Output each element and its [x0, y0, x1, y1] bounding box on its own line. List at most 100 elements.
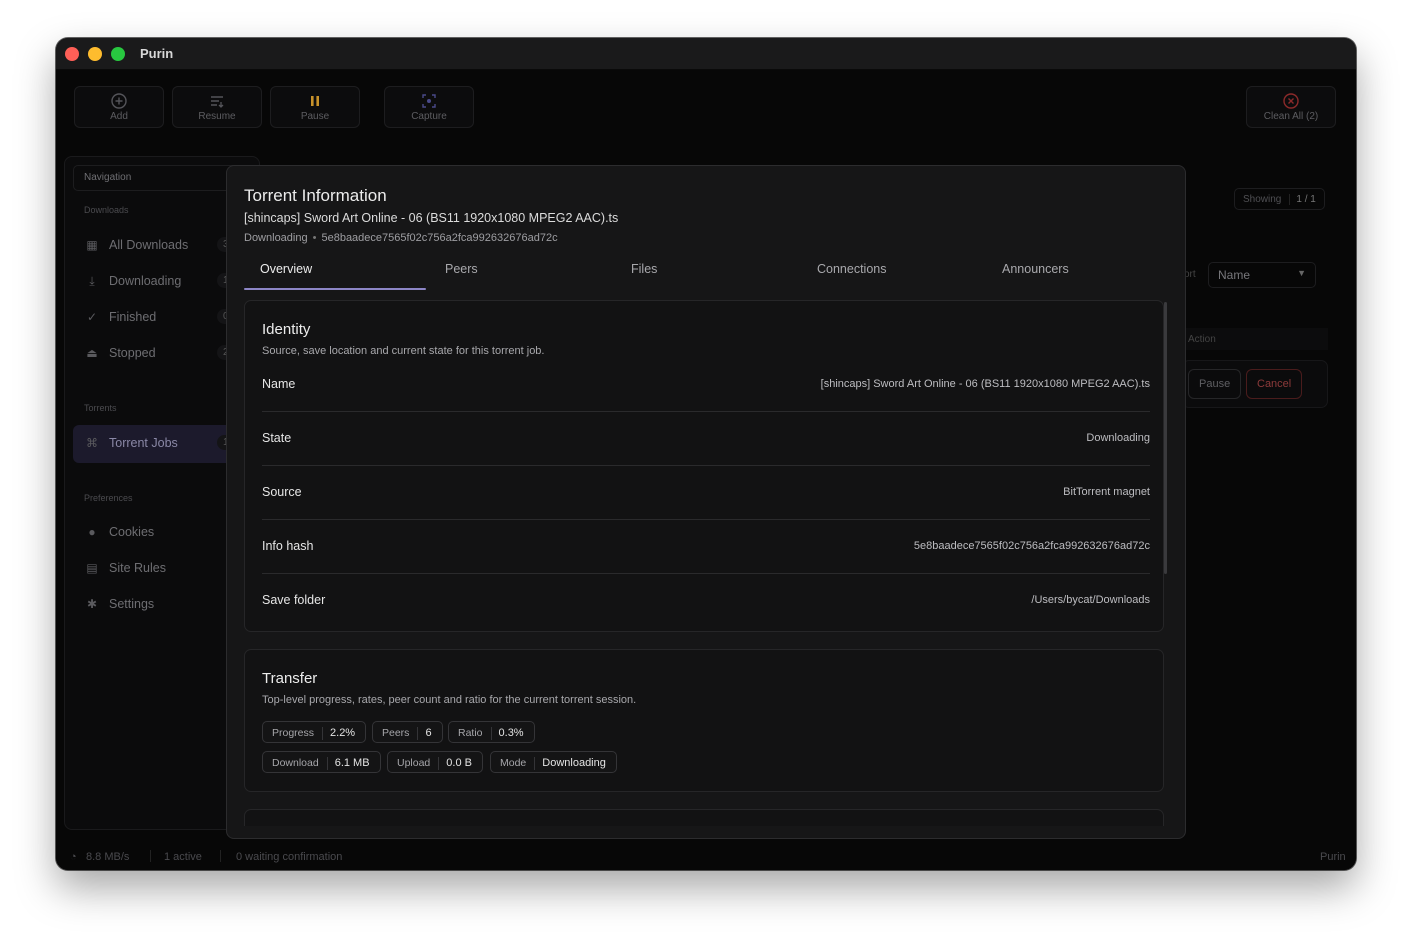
- chip-value: 6: [417, 727, 441, 740]
- title-bar: Purin: [56, 38, 1356, 70]
- identity-row-name: Name [shincaps] Sword Art Online - 06 (B…: [262, 358, 1150, 412]
- cookie-icon: ●: [88, 525, 96, 539]
- sidebar-item-label: Finished: [109, 310, 157, 324]
- check-icon: ✓: [86, 310, 98, 324]
- download-chip: Download 6.1 MB: [262, 751, 381, 773]
- action-column-header: Action: [1182, 328, 1328, 350]
- chip-value: Downloading: [534, 757, 616, 770]
- identity-row-save-folder: Save folder /Users/bycat/Downloads: [262, 574, 1150, 628]
- row-value: BitTorrent magnet: [1063, 486, 1150, 498]
- torrent-hash: 5e8baadece7565f02c756a2fca992632676ad72c: [321, 232, 558, 244]
- download-icon: ⤓: [89, 274, 95, 288]
- tab-announcers[interactable]: Announcers: [1002, 262, 1069, 290]
- pause-button[interactable]: Pause: [270, 86, 360, 128]
- chip-value: 6.1 MB: [326, 757, 380, 770]
- row-value: /Users/bycat/Downloads: [1031, 594, 1150, 606]
- torrent-icon: ⌘: [86, 436, 98, 450]
- chip-label: Upload: [397, 757, 431, 769]
- sidebar-item-label: Settings: [109, 597, 155, 611]
- row-pause-button[interactable]: Pause: [1188, 369, 1242, 399]
- navigation-filter[interactable]: Navigation ⌘: [73, 165, 245, 191]
- row-cancel-button[interactable]: Cancel: [1246, 369, 1303, 399]
- row-value: [shincaps] Sword Art Online - 06 (BS11 1…: [820, 378, 1150, 390]
- minimize-window-button[interactable]: [88, 47, 102, 61]
- status-speed: 8.8 MB/s: [86, 851, 130, 863]
- resume-label: Resume: [198, 111, 236, 122]
- sidebar-item-label: Cookies: [109, 525, 155, 539]
- chip-value: 2.2%: [322, 727, 365, 740]
- progress-chip: Progress 2.2%: [262, 721, 367, 743]
- dialog-title: Torrent Information: [244, 186, 387, 205]
- row-key: Info hash: [262, 539, 314, 553]
- close-window-button[interactable]: [65, 47, 79, 61]
- resume-button[interactable]: Resume: [172, 86, 262, 128]
- transfer-description: Top-level progress, rates, peer count an…: [262, 694, 637, 706]
- sidebar-item-label: Site Rules: [109, 561, 166, 575]
- row-value: Downloading: [1086, 432, 1150, 444]
- torrent-info-dialog: Torrent Information [shincaps] Sword Art…: [226, 165, 1186, 839]
- showing-indicator: Showing 1 / 1: [1234, 188, 1325, 210]
- clean-all-button[interactable]: Clean All (2): [1246, 86, 1336, 128]
- chip-label: Ratio: [458, 727, 483, 739]
- clear-circle-icon: [1247, 92, 1335, 110]
- pause-label: Pause: [300, 111, 330, 122]
- row-key: Source: [262, 485, 302, 499]
- chip-value: 0.3%: [490, 727, 534, 740]
- chip-label: Download: [272, 757, 319, 769]
- meta-separator: •: [312, 232, 317, 244]
- status-active: 1 active: [164, 851, 202, 863]
- identity-description: Source, save location and current state …: [262, 345, 545, 357]
- grid-icon: ▦: [86, 238, 98, 252]
- app-content: Add Resume Pause Capture Clean All (2) N…: [56, 70, 1356, 870]
- tab-files[interactable]: Files: [631, 262, 657, 290]
- next-card: [244, 809, 1164, 826]
- row-value: 5e8baadece7565f02c756a2fca992632676ad72c: [913, 540, 1150, 552]
- plus-circle-icon: [75, 92, 163, 110]
- dialog-tabs: Overview Peers Files Connections Announc…: [244, 262, 1168, 290]
- identity-row-info-hash: Info hash 5e8baadece7565f02c756a2fca9926…: [262, 520, 1150, 574]
- identity-row-source: Source BitTorrent magnet: [262, 466, 1150, 520]
- row-key: Save folder: [262, 593, 326, 607]
- identity-title: Identity: [262, 321, 311, 338]
- row-key: State: [262, 431, 292, 445]
- capture-icon: [385, 92, 473, 110]
- add-button[interactable]: Add: [74, 86, 164, 128]
- tab-connections[interactable]: Connections: [817, 262, 887, 290]
- capture-button[interactable]: Capture: [384, 86, 474, 128]
- peers-chip: Peers 6: [372, 721, 443, 743]
- sidebar-item-label: All Downloads: [109, 238, 189, 252]
- showing-label: Showing: [1243, 194, 1282, 205]
- dialog-scrollbar[interactable]: [1164, 302, 1167, 574]
- navigation-filter-label: Navigation: [84, 172, 132, 183]
- sort-value: Name: [1218, 268, 1251, 282]
- chip-label: Peers: [382, 727, 410, 739]
- upload-chip: Upload 0.0 B: [387, 751, 483, 773]
- stop-icon: ⏏: [86, 346, 98, 360]
- transfer-card: Transfer Top-level progress, rates, peer…: [244, 649, 1164, 792]
- status-app-name: Purin: [1320, 851, 1346, 863]
- row-key: Name: [262, 377, 296, 391]
- speed-gauge-icon: ◔: [70, 851, 77, 863]
- sidebar-item-label: Downloading: [109, 274, 182, 288]
- clean-all-label: Clean All (2): [1263, 111, 1319, 122]
- torrent-meta: Downloading • 5e8baadece7565f02c756a2fca99…: [244, 232, 558, 244]
- zoom-window-button[interactable]: [111, 47, 125, 61]
- showing-value: 1 / 1: [1289, 194, 1316, 205]
- section-label-downloads: Downloads: [84, 205, 129, 215]
- ratio-chip: Ratio 0.3%: [448, 721, 535, 743]
- sidebar-item-label: Stopped: [109, 346, 156, 360]
- chip-value: 0.0 B: [438, 757, 482, 770]
- section-label-torrents: Torrents: [84, 403, 117, 413]
- torrent-filename: [shincaps] Sword Art Online - 06 (BS11 1…: [244, 211, 619, 225]
- identity-row-state: State Downloading: [262, 412, 1150, 466]
- add-label: Add: [110, 111, 128, 122]
- transfer-title: Transfer: [262, 670, 318, 687]
- tab-peers[interactable]: Peers: [445, 262, 478, 290]
- pause-icon: [271, 92, 359, 110]
- sort-select[interactable]: Name ▼: [1208, 262, 1316, 288]
- torrent-state: Downloading: [244, 232, 308, 244]
- tab-overview[interactable]: Overview: [260, 262, 312, 290]
- overview-scroll-area[interactable]: Identity Source, save location and curre…: [244, 300, 1168, 826]
- capture-label: Capture: [411, 111, 447, 122]
- section-label-preferences: Preferences: [84, 493, 133, 503]
